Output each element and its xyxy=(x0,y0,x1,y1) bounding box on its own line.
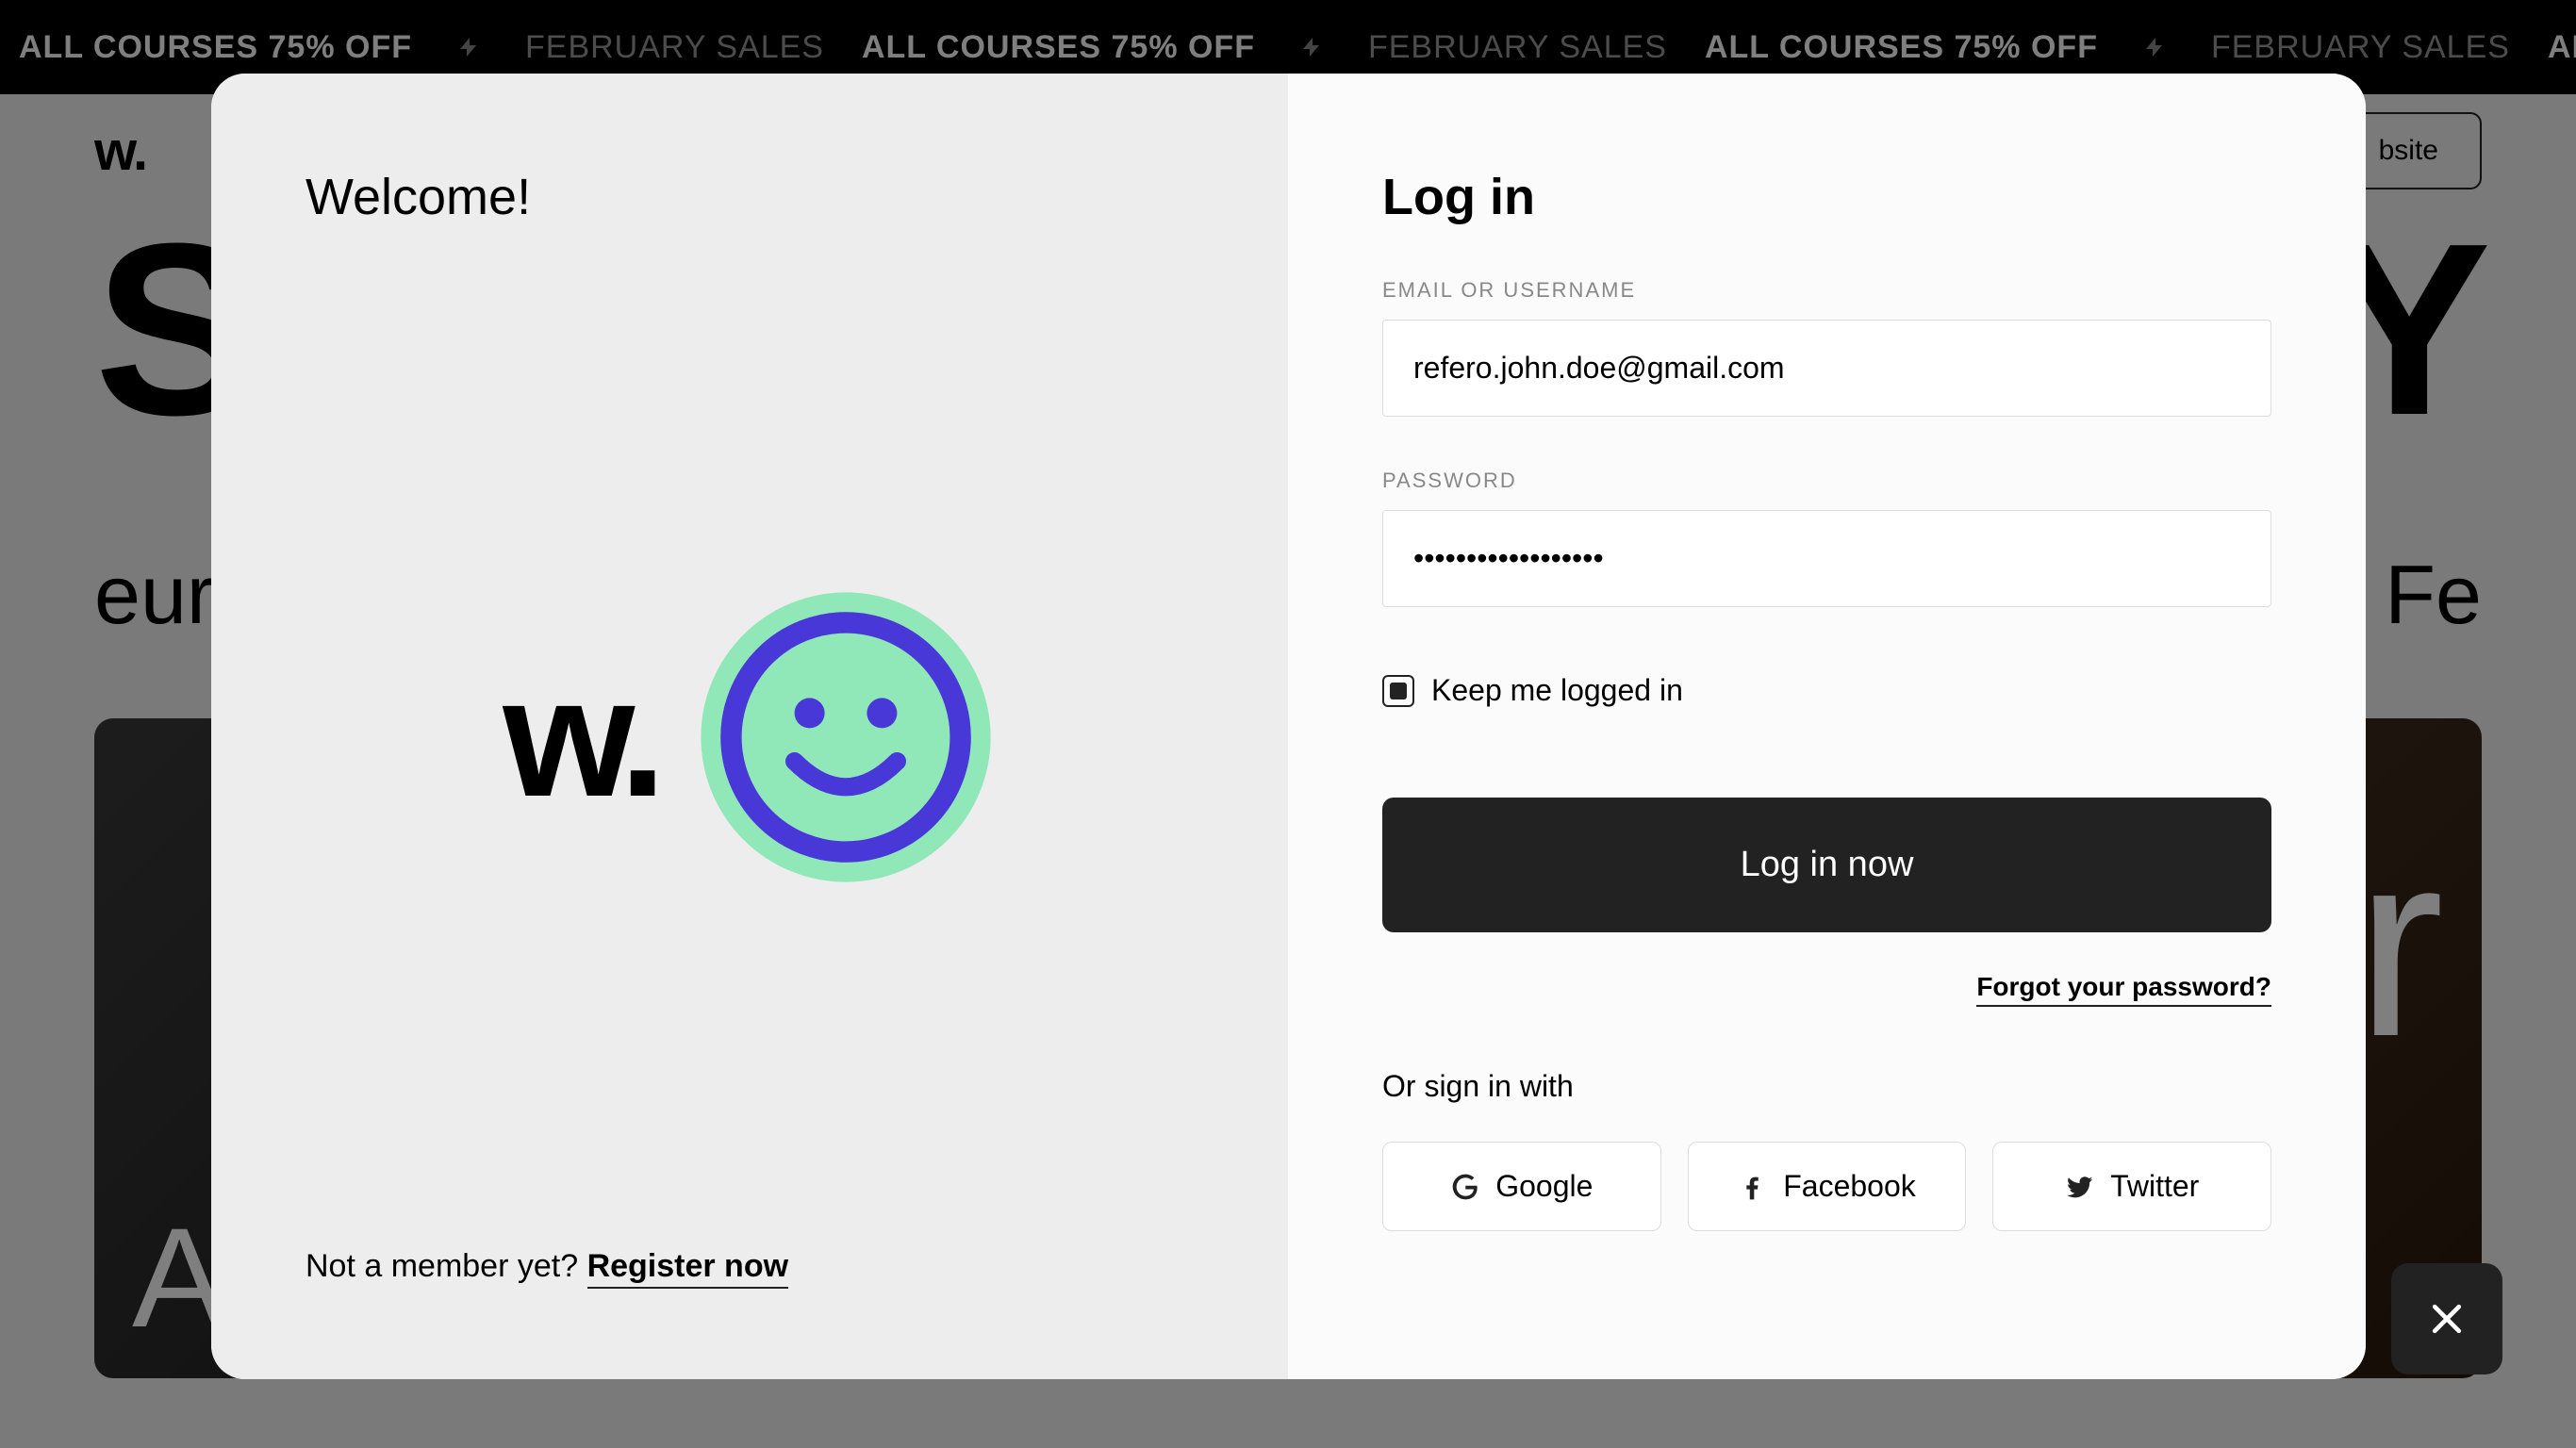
keep-logged-checkbox[interactable] xyxy=(1382,675,1414,707)
twitter-label: Twitter xyxy=(2110,1169,2199,1204)
modal-welcome-panel: Welcome! w. Not a member yet? Register n… xyxy=(211,74,1288,1379)
checkbox-checked-icon xyxy=(1390,683,1407,699)
welcome-logo: w. xyxy=(503,640,656,835)
welcome-graphic: w. xyxy=(305,226,1194,1248)
login-title: Log in xyxy=(1382,168,2271,226)
login-modal: Welcome! w. Not a member yet? Register n… xyxy=(211,74,2366,1379)
close-modal-button[interactable] xyxy=(2391,1263,2502,1374)
register-prompt-text: Not a member yet? xyxy=(305,1248,587,1284)
keep-logged-row: Keep me logged in xyxy=(1382,673,2271,708)
password-input[interactable] xyxy=(1382,510,2271,607)
email-group: EMAIL OR USERNAME xyxy=(1382,278,2271,417)
google-icon xyxy=(1450,1172,1480,1202)
register-link[interactable]: Register now xyxy=(587,1248,788,1289)
forgot-password-link[interactable]: Forgot your password? xyxy=(1976,972,2271,1007)
keep-logged-label: Keep me logged in xyxy=(1431,673,1683,708)
modal-login-panel: Log in EMAIL OR USERNAME PASSWORD Keep m… xyxy=(1288,74,2366,1379)
social-login-row: Google Facebook Twitter xyxy=(1382,1142,2271,1231)
social-divider-text: Or sign in with xyxy=(1382,1069,2271,1104)
login-button[interactable]: Log in now xyxy=(1382,798,2271,932)
twitter-login-button[interactable]: Twitter xyxy=(1992,1142,2271,1231)
facebook-login-button[interactable]: Facebook xyxy=(1688,1142,1967,1231)
twitter-icon xyxy=(2065,1172,2095,1202)
email-input[interactable] xyxy=(1382,320,2271,417)
password-label: PASSWORD xyxy=(1382,469,2271,493)
facebook-label: Facebook xyxy=(1783,1169,1916,1204)
password-group: PASSWORD xyxy=(1382,469,2271,607)
google-login-button[interactable]: Google xyxy=(1382,1142,1661,1231)
facebook-icon xyxy=(1738,1172,1768,1202)
close-icon xyxy=(2426,1298,2468,1340)
welcome-title: Welcome! xyxy=(305,168,1194,226)
smiley-icon xyxy=(695,586,997,888)
register-prompt: Not a member yet? Register now xyxy=(305,1248,1194,1285)
email-label: EMAIL OR USERNAME xyxy=(1382,278,2271,303)
google-label: Google xyxy=(1495,1169,1593,1204)
